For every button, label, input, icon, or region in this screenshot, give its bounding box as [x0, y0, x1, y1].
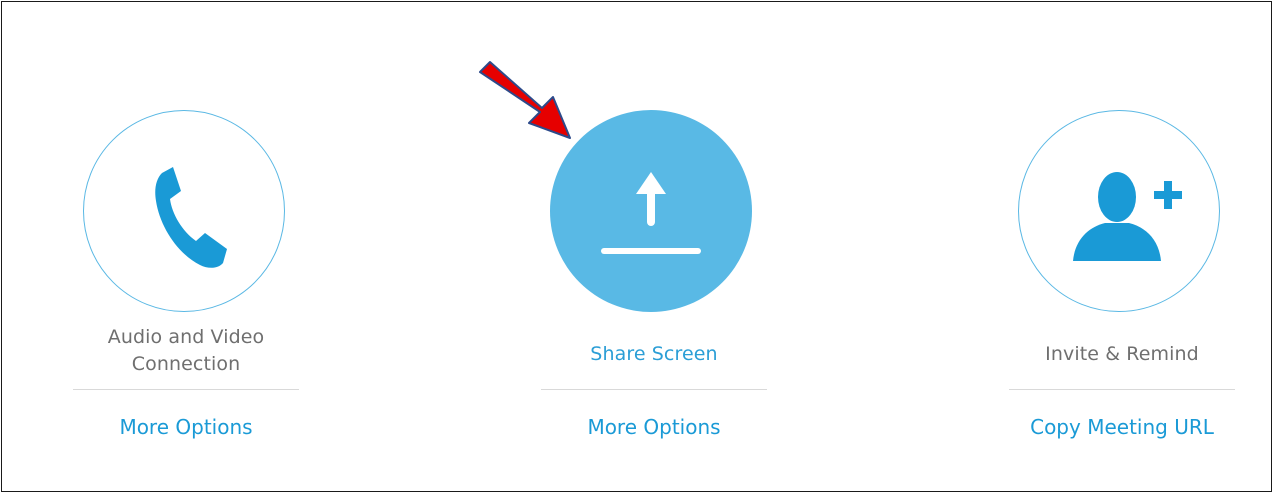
audio-video-divider — [73, 389, 299, 390]
share-screen-button[interactable] — [550, 110, 752, 312]
add-user-icon — [1073, 172, 1182, 261]
audio-video-label-line2: Connection — [131, 353, 241, 375]
invite-remind-divider — [1009, 389, 1235, 390]
audio-video-label-line1: Audio and Video — [107, 326, 265, 348]
share-screen-divider — [541, 389, 767, 390]
invite-remind-button[interactable] — [1018, 110, 1220, 312]
audio-video-label: Audio and Video Connection — [73, 324, 299, 378]
phone-icon — [155, 167, 227, 268]
upload-icon — [601, 172, 701, 254]
invite-remind-label: Invite & Remind — [1045, 343, 1199, 365]
share-more-options-link[interactable]: More Options — [541, 413, 767, 441]
share-screen-label: Share Screen — [590, 343, 718, 365]
meeting-actions-panel: Audio and Video Connection More Options … — [1, 1, 1272, 492]
copy-meeting-url-link[interactable]: Copy Meeting URL — [1009, 413, 1235, 441]
audio-video-button[interactable] — [83, 110, 285, 312]
audio-more-options-link[interactable]: More Options — [73, 413, 299, 441]
